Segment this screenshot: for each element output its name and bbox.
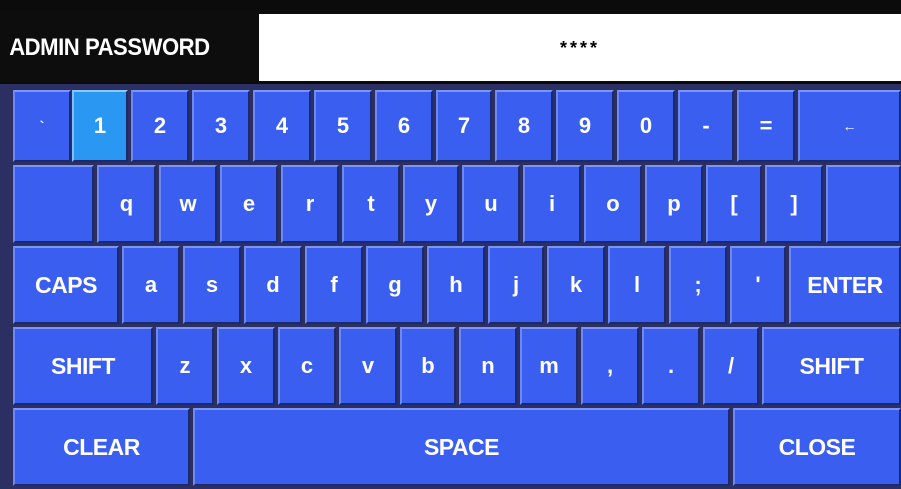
key-u[interactable]: u: [462, 165, 520, 243]
key-semicolon[interactable]: ;: [669, 246, 727, 324]
key-d[interactable]: d: [244, 246, 302, 324]
key-k[interactable]: k: [547, 246, 605, 324]
key-4[interactable]: 4: [253, 90, 311, 162]
page-title: ADMIN PASSWORD: [9, 33, 210, 61]
key-i[interactable]: i: [523, 165, 581, 243]
key-9[interactable]: 9: [556, 90, 614, 162]
key-q[interactable]: q: [97, 165, 156, 243]
key-s[interactable]: s: [183, 246, 241, 324]
key-y[interactable]: y: [403, 165, 459, 243]
key-6[interactable]: 6: [375, 90, 433, 162]
key-backslash[interactable]: [826, 165, 901, 243]
key-z[interactable]: z: [156, 327, 214, 405]
key-left-bracket[interactable]: [: [706, 165, 762, 243]
key-equals[interactable]: =: [737, 90, 795, 162]
virtual-keyboard-screen: ADMIN PASSWORD **** ` 1 2 3 4 5 6 7 8 9 …: [0, 0, 901, 489]
key-7[interactable]: 7: [436, 90, 492, 162]
key-v[interactable]: v: [339, 327, 397, 405]
key-w[interactable]: w: [159, 165, 217, 243]
key-backtick[interactable]: `: [13, 90, 71, 162]
caps-lock-key[interactable]: CAPS: [13, 246, 119, 324]
keyboard: ` 1 2 3 4 5 6 7 8 9 0 - = ← q w e r t y …: [0, 84, 901, 489]
key-2[interactable]: 2: [131, 90, 189, 162]
key-o[interactable]: o: [584, 165, 642, 243]
clear-button[interactable]: CLEAR: [13, 408, 190, 486]
key-t[interactable]: t: [342, 165, 400, 243]
key-c[interactable]: c: [278, 327, 336, 405]
key-j[interactable]: j: [488, 246, 544, 324]
key-5[interactable]: 5: [314, 90, 372, 162]
key-p[interactable]: p: [645, 165, 703, 243]
key-f[interactable]: f: [305, 246, 363, 324]
key-slash[interactable]: /: [703, 327, 759, 405]
key-comma[interactable]: ,: [581, 327, 639, 405]
key-3[interactable]: 3: [192, 90, 250, 162]
backspace-key[interactable]: ←: [798, 90, 901, 162]
key-1[interactable]: 1: [72, 90, 128, 162]
key-x[interactable]: x: [217, 327, 275, 405]
left-shift-key[interactable]: SHIFT: [13, 327, 153, 405]
right-shift-key[interactable]: SHIFT: [762, 327, 901, 405]
close-button[interactable]: CLOSE: [733, 408, 901, 486]
key-m[interactable]: m: [520, 327, 578, 405]
key-n[interactable]: n: [459, 327, 517, 405]
key-l[interactable]: l: [608, 246, 666, 324]
key-tab[interactable]: [13, 165, 94, 243]
key-period[interactable]: .: [642, 327, 700, 405]
key-e[interactable]: e: [220, 165, 278, 243]
key-minus[interactable]: -: [678, 90, 734, 162]
key-right-bracket[interactable]: ]: [765, 165, 823, 243]
key-r[interactable]: r: [281, 165, 339, 243]
key-0[interactable]: 0: [617, 90, 675, 162]
key-8[interactable]: 8: [495, 90, 553, 162]
key-b[interactable]: b: [400, 327, 456, 405]
key-g[interactable]: g: [366, 246, 424, 324]
enter-key[interactable]: ENTER: [789, 246, 901, 324]
key-a[interactable]: a: [122, 246, 180, 324]
key-h[interactable]: h: [427, 246, 485, 324]
password-input[interactable]: ****: [259, 14, 901, 81]
space-key[interactable]: SPACE: [193, 408, 730, 486]
key-apostrophe[interactable]: ': [730, 246, 786, 324]
